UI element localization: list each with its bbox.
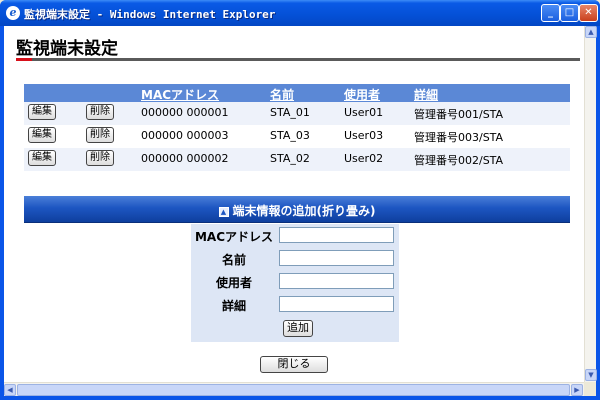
delete-button[interactable]: 削除 [86, 150, 114, 166]
cell-name: STA_03 [270, 129, 310, 142]
detail-label: 詳細 [221, 299, 246, 313]
cell-mac: 000000 000003 [141, 129, 229, 142]
close-window-button[interactable]: ✕ [579, 4, 598, 22]
table-header-row: MACアドレス 名前 使用者 詳細 [24, 84, 570, 102]
cell-detail: 管理番号002/STA [414, 154, 504, 167]
user-label: 使用者 [215, 276, 252, 290]
table-row: 編集 削除 000000 000003 STA_03 User03 管理番号00… [24, 125, 570, 148]
delete-button[interactable]: 削除 [86, 127, 114, 143]
page-title: 監視端末設定 [16, 39, 118, 59]
edit-button[interactable]: 編集 [28, 150, 56, 166]
terminal-table: MACアドレス 名前 使用者 詳細 編集 削除 000000 000001 ST… [24, 84, 570, 171]
window-title: 監視端末設定 - Windows Internet Explorer [24, 8, 276, 21]
ie-icon: e [6, 6, 20, 20]
cell-user: User02 [344, 152, 384, 165]
cell-mac: 000000 000001 [141, 106, 229, 119]
edit-button[interactable]: 編集 [28, 127, 56, 143]
scrollbar-corner [584, 382, 596, 396]
mac-label: MACアドレス [194, 230, 274, 244]
add-section-title: 端末情報の追加(折り畳み) [232, 204, 376, 218]
delete-button[interactable]: 削除 [86, 104, 114, 120]
detail-input[interactable] [279, 296, 394, 312]
mac-input[interactable] [279, 227, 394, 243]
horizontal-scrollbar[interactable]: ◀ ▶ [4, 382, 584, 396]
browser-window: e 監視端末設定 - Windows Internet Explorer _ □… [0, 0, 600, 400]
collapse-icon[interactable]: ▲ [218, 207, 229, 217]
cell-name: STA_01 [270, 106, 310, 119]
maximize-button[interactable]: □ [560, 4, 579, 22]
scroll-up-icon[interactable]: ▲ [585, 26, 597, 38]
name-label: 名前 [221, 253, 246, 267]
scroll-down-icon[interactable]: ▼ [585, 369, 597, 381]
add-button[interactable]: 追加 [283, 320, 313, 337]
scroll-left-icon[interactable]: ◀ [4, 384, 16, 396]
table-row: 編集 削除 000000 000001 STA_01 User01 管理番号00… [24, 102, 570, 125]
horizontal-scroll-thumb[interactable] [17, 384, 570, 396]
add-section-header: ▲ 端末情報の追加(折り畳み) [24, 202, 570, 219]
add-section-toggle[interactable]: ▲ 端末情報の追加(折り畳み) [24, 196, 570, 223]
cell-detail: 管理番号001/STA [414, 108, 504, 121]
title-divider [16, 58, 580, 61]
add-terminal-form: MACアドレス 名前 使用者 詳細 追加 [191, 224, 399, 342]
scroll-right-icon[interactable]: ▶ [571, 384, 583, 396]
close-button[interactable]: 閉じる [260, 356, 328, 373]
page-viewport: 監視端末設定 MACアドレス 名前 使用者 詳細 編集 削除 000000 00… [4, 26, 597, 396]
cell-user: User01 [344, 106, 384, 119]
cell-mac: 000000 000002 [141, 152, 229, 165]
cell-user: User03 [344, 129, 384, 142]
title-bar[interactable]: e 監視端末設定 - Windows Internet Explorer _ □… [0, 0, 600, 26]
column-header-user[interactable]: 使用者 [344, 86, 380, 103]
edit-button[interactable]: 編集 [28, 104, 56, 120]
table-row: 編集 削除 000000 000002 STA_02 User02 管理番号00… [24, 148, 570, 171]
column-header-name[interactable]: 名前 [270, 86, 294, 103]
minimize-button[interactable]: _ [541, 4, 560, 22]
cell-name: STA_02 [270, 152, 310, 165]
cell-detail: 管理番号003/STA [414, 131, 504, 144]
column-header-mac[interactable]: MACアドレス [141, 86, 219, 103]
name-input[interactable] [279, 250, 394, 266]
user-input[interactable] [279, 273, 394, 289]
column-header-detail[interactable]: 詳細 [414, 86, 438, 103]
title-divider-accent [16, 58, 32, 61]
vertical-scrollbar[interactable]: ▲ ▼ [584, 26, 597, 382]
